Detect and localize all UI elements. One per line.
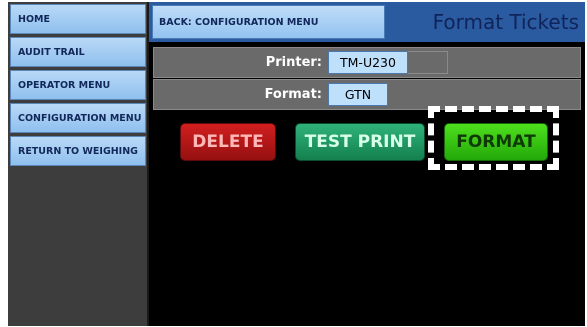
app-window: HOME AUDIT TRAIL OPERATOR MENU CONFIGURA…	[8, 2, 585, 326]
sidebar-item-configuration-menu[interactable]: CONFIGURATION MENU	[10, 103, 146, 133]
sidebar-item-audit-trail[interactable]: AUDIT TRAIL	[10, 37, 146, 67]
sidebar-item-home[interactable]: HOME	[10, 4, 146, 34]
printer-field[interactable]: TM-U230	[328, 51, 408, 74]
format-field[interactable]: GTN	[328, 83, 388, 106]
sidebar-item-return-to-weighing[interactable]: RETURN TO WEIGHING	[10, 136, 146, 166]
sidebar: HOME AUDIT TRAIL OPERATOR MENU CONFIGURA…	[8, 2, 149, 326]
format-label: Format:	[264, 87, 322, 102]
printer-row: Printer: TM-U230	[153, 47, 581, 78]
test-print-button[interactable]: TEST PRINT	[295, 123, 425, 161]
page-title: Format Tickets	[432, 10, 579, 34]
delete-button[interactable]: DELETE	[180, 123, 276, 161]
printer-field-extension	[408, 51, 448, 74]
back-button[interactable]: BACK: CONFIGURATION MENU	[152, 5, 385, 39]
sidebar-item-operator-menu[interactable]: OPERATOR MENU	[10, 70, 146, 100]
printer-label: Printer:	[265, 55, 322, 70]
header-bar: BACK: CONFIGURATION MENU Format Tickets	[149, 2, 585, 42]
format-button[interactable]: FORMAT	[444, 123, 548, 161]
